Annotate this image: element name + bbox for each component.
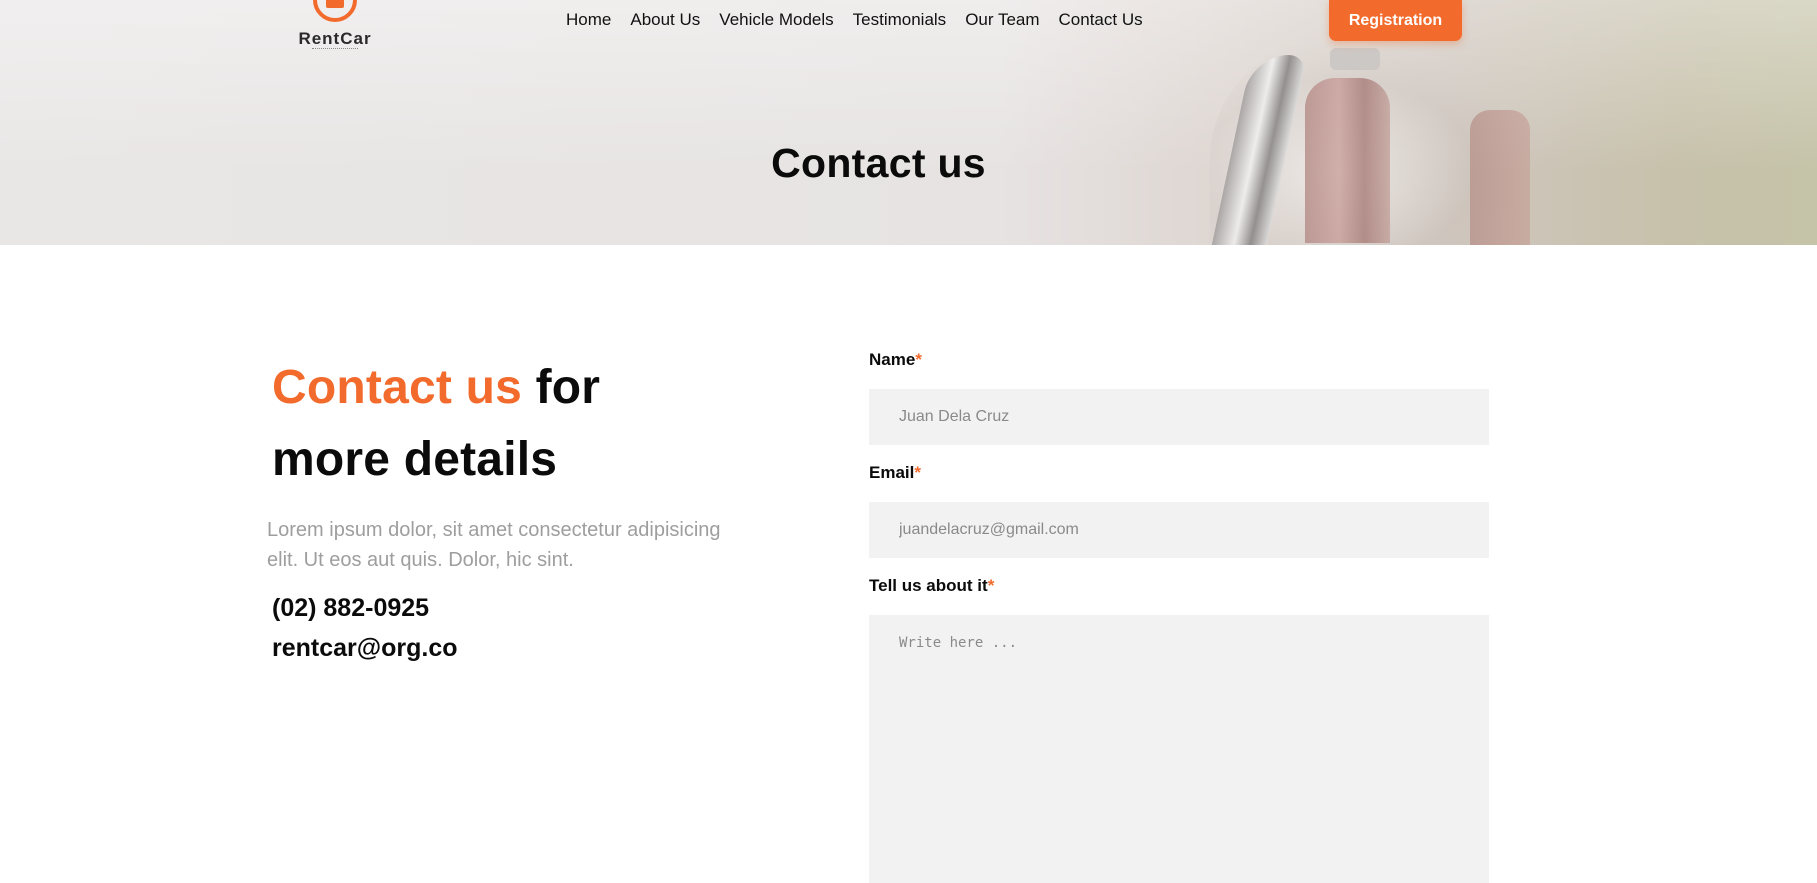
message-label-text: Tell us about it [869,576,988,595]
email-input[interactable] [869,502,1489,558]
email-label-text: Email [869,463,915,482]
main-navigation: Home About Us Vehicle Models Testimonial… [566,8,1143,32]
nav-item-testimonials[interactable]: Testimonials [853,10,947,30]
nav-item-contact-us[interactable]: Contact Us [1059,10,1143,30]
email-required-mark: * [914,463,921,482]
name-required-mark: * [915,350,922,369]
car-logo-icon [313,0,357,22]
contact-heading-for: for [535,361,601,414]
contact-email: rentcar@org.co [272,634,458,662]
message-label: Tell us about it* [869,576,994,596]
page-title: Contact us [771,140,986,186]
nav-item-about-us[interactable]: About Us [630,10,700,30]
message-textarea[interactable] [869,615,1489,883]
brand-tagline-decoration [312,48,358,51]
brand-name: RentCar [298,29,372,48]
contact-heading-accent: Contact us [272,361,523,414]
nav-item-our-team[interactable]: Our Team [965,10,1039,30]
car-icon [326,0,344,8]
message-required-mark: * [987,576,995,595]
nav-item-vehicle-models[interactable]: Vehicle Models [719,10,833,30]
hero-banner: RentCar Home About Us Vehicle Models Tes… [0,0,1817,245]
contact-description: Lorem ipsum dolor, sit amet consectetur … [267,519,721,571]
name-input[interactable] [869,389,1489,445]
brand-logo[interactable]: RentCar [296,0,374,54]
name-label: Name* [869,350,922,370]
registration-button[interactable]: Registration [1329,0,1462,41]
name-label-text: Name [869,350,916,369]
hero-car-top [1330,48,1380,70]
email-label: Email* [869,463,921,483]
contact-heading-rest: more details [272,433,558,486]
nav-item-home[interactable]: Home [566,10,611,30]
contact-phone: (02) 882-0925 [272,594,430,622]
contact-heading: Contact us for more details [272,352,772,496]
